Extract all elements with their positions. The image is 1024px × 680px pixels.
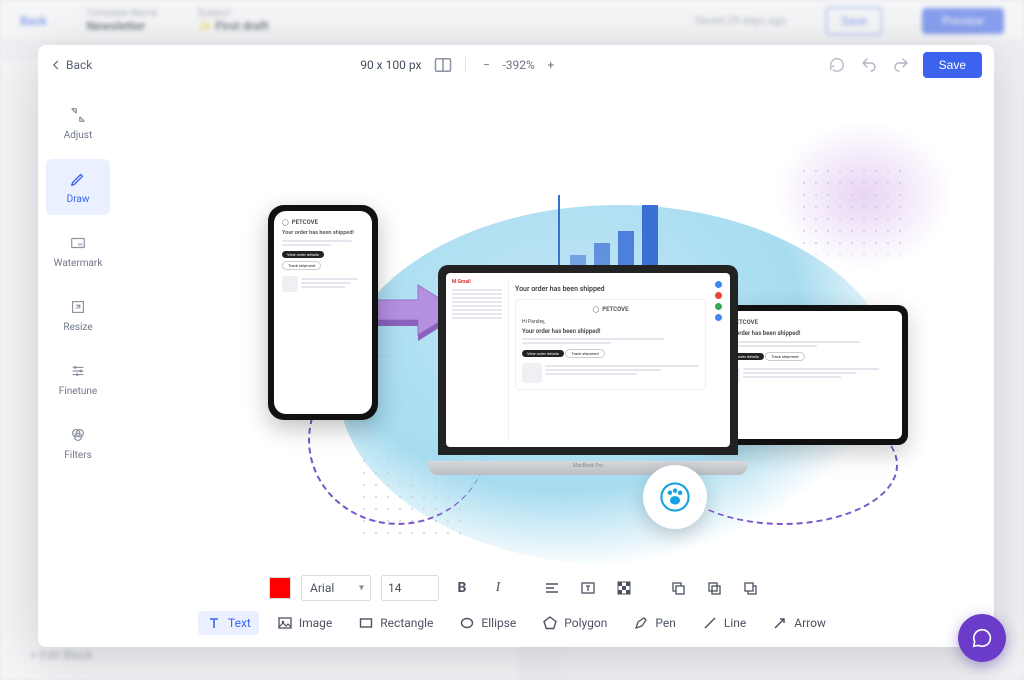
layer-front-button[interactable] xyxy=(665,575,691,601)
bold-button[interactable]: B xyxy=(449,575,475,601)
layer-back-button[interactable] xyxy=(737,575,763,601)
rail-adjust[interactable]: Adjust xyxy=(46,95,110,151)
editor-bottom-toolbar: Arial▾ 14 B I Text Image xyxy=(38,567,994,647)
rail-filters[interactable]: Filters xyxy=(46,415,110,471)
tool-arrow[interactable]: Arrow xyxy=(764,611,834,635)
filters-icon xyxy=(69,426,87,444)
rail-resize[interactable]: Resize xyxy=(46,287,110,343)
tool-pen[interactable]: Pen xyxy=(625,611,683,635)
draw-icon xyxy=(69,170,87,188)
save-button[interactable]: Save xyxy=(923,52,982,78)
font-select[interactable]: Arial▾ xyxy=(301,575,371,601)
help-chat-button[interactable] xyxy=(958,614,1006,662)
tool-text[interactable]: Text xyxy=(198,611,259,635)
image-editor-modal: Back 90 x 100 px − -392% + Save xyxy=(38,45,994,647)
canvas-dimensions: 90 x 100 px xyxy=(360,58,421,72)
chat-icon xyxy=(971,627,993,649)
italic-button[interactable]: I xyxy=(485,575,511,601)
text-icon xyxy=(206,615,222,631)
tool-ellipse[interactable]: Ellipse xyxy=(451,611,524,635)
laptop-mockup: M Gmail Your order has been shipped ◯ PE… xyxy=(428,265,748,475)
tool-polygon[interactable]: Polygon xyxy=(534,611,615,635)
rail-finetune[interactable]: Finetune xyxy=(46,351,110,407)
rail-draw[interactable]: Draw xyxy=(46,159,110,215)
align-button[interactable] xyxy=(539,575,565,601)
rail-watermark[interactable]: Watermark xyxy=(46,223,110,279)
mini-bar-chart xyxy=(558,195,678,275)
duplicate-button[interactable] xyxy=(701,575,727,601)
back-button[interactable]: Back xyxy=(50,58,92,72)
text-box-button[interactable] xyxy=(575,575,601,601)
zoom-control: − -392% + xyxy=(478,58,558,72)
rectangle-icon xyxy=(358,615,374,631)
watermark-icon xyxy=(69,234,87,252)
refresh-icon[interactable] xyxy=(827,55,847,75)
finetune-icon xyxy=(69,362,87,380)
line-icon xyxy=(702,615,718,631)
zoom-in-button[interactable]: + xyxy=(543,58,559,72)
color-swatch[interactable] xyxy=(269,577,291,599)
editor-canvas[interactable]: ◯ PETCOVE Your order has been shipped! V… xyxy=(118,85,994,567)
redo-icon[interactable] xyxy=(891,55,911,75)
tool-rail: Adjust Draw Watermark Resize Finetune Fi… xyxy=(38,85,118,567)
tool-rectangle[interactable]: Rectangle xyxy=(350,611,441,635)
bg-back-link: Back xyxy=(20,14,47,28)
undo-icon[interactable] xyxy=(859,55,879,75)
tool-image[interactable]: Image xyxy=(269,611,340,635)
opacity-button[interactable] xyxy=(611,575,637,601)
canvas-illustration: ◯ PETCOVE Your order has been shipped! V… xyxy=(118,85,994,567)
paw-badge-icon xyxy=(643,465,707,529)
resize-icon xyxy=(69,298,87,316)
chart-bar xyxy=(642,205,658,273)
phone-mockup: ◯ PETCOVE Your order has been shipped! V… xyxy=(268,205,378,420)
font-size-input[interactable]: 14 xyxy=(381,575,439,601)
image-icon xyxy=(277,615,293,631)
zoom-out-button[interactable]: − xyxy=(478,58,494,72)
aspect-ratio-icon[interactable] xyxy=(433,55,453,75)
tool-line[interactable]: Line xyxy=(694,611,754,635)
back-label: Back xyxy=(66,58,92,72)
editor-topbar: Back 90 x 100 px − -392% + Save xyxy=(38,45,994,85)
pen-icon xyxy=(633,615,649,631)
arrow-icon xyxy=(772,615,788,631)
adjust-icon xyxy=(69,106,87,124)
ellipse-icon xyxy=(459,615,475,631)
zoom-value: -392% xyxy=(502,58,534,72)
polygon-icon xyxy=(542,615,558,631)
